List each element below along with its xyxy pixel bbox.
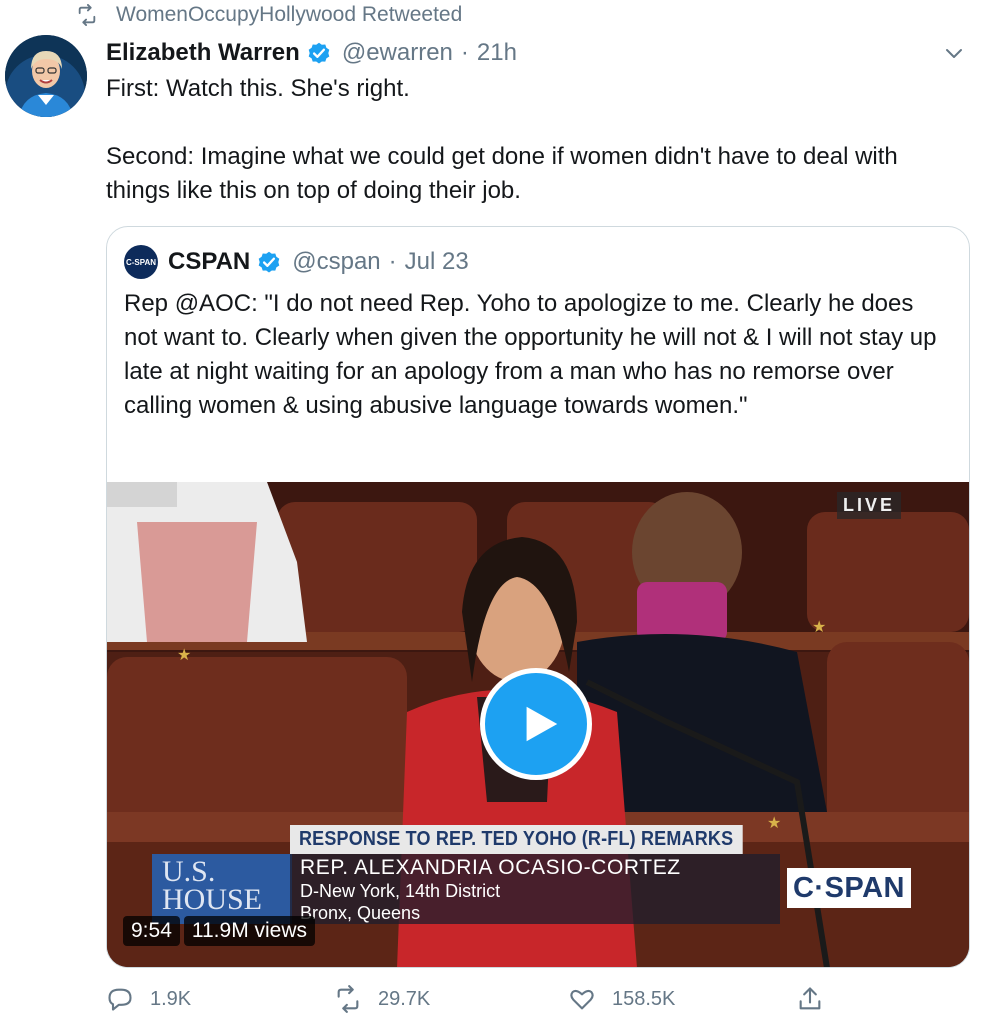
quoted-tweet[interactable]: C-SPAN CSPAN @cspan · Jul 23 Rep @AOC: "… (106, 226, 970, 968)
tweet-header: Elizabeth Warren @ewarren · 21h (106, 35, 968, 71)
play-button[interactable] (480, 668, 592, 780)
house-logo-line1: U.S. (162, 855, 216, 888)
verified-badge-icon (258, 251, 280, 273)
tweet-timestamp[interactable]: 21h (477, 39, 517, 67)
live-badge: LIVE (836, 492, 901, 519)
retweeted-by[interactable]: WomenOccupyHollywood Retweeted (76, 3, 462, 27)
tweet-text-line2: Second: Imagine what we could get done i… (106, 143, 898, 204)
chyron-title: RESPONSE TO REP. TED YOHO (R-FL) REMARKS (290, 825, 743, 854)
chyron-area: Bronx, Queens (300, 903, 421, 923)
chyron-district: D-New York, 14th District (300, 881, 501, 901)
svg-text:★: ★ (812, 619, 826, 636)
chyron-info: REP. ALEXANDRIA OCASIO-CORTEZ D-New York… (290, 854, 780, 924)
video-stats: 9:54 11.9M views (123, 916, 316, 946)
verified-badge-icon (308, 42, 330, 64)
author-handle[interactable]: @ewarren (342, 39, 453, 67)
video-duration: 9:54 (123, 916, 180, 946)
play-icon (526, 706, 558, 742)
retweet-icon (76, 4, 98, 26)
cspan-logo: C·SPAN (787, 868, 911, 908)
heart-icon (570, 989, 594, 1010)
retweet-icon (337, 985, 359, 1013)
separator-dot: · (388, 248, 397, 275)
svg-text:★: ★ (177, 647, 191, 664)
author-name[interactable]: Elizabeth Warren (106, 39, 300, 67)
reply-icon (108, 988, 132, 1011)
share-icon (799, 987, 821, 1010)
quoted-tweet-header: C-SPAN CSPAN @cspan · Jul 23 (124, 245, 469, 279)
quoted-author-handle[interactable]: @cspan (292, 248, 380, 276)
video-views: 11.9M views (183, 916, 316, 946)
svg-text:★: ★ (767, 815, 781, 832)
like-count: 158.5K (612, 987, 676, 1010)
tweet-text: First: Watch this. She's right. Second: … (106, 72, 966, 208)
video-player[interactable]: ★ ★ ★ LIVE U.S. HOUSE RESPONSE TO REP. T… (107, 482, 969, 967)
like-button[interactable]: 158.5K (568, 985, 675, 1013)
us-house-logo: U.S. HOUSE (152, 854, 292, 924)
chyron-name: REP. ALEXANDRIA OCASIO-CORTEZ (300, 856, 681, 879)
retweet-count: 29.7K (378, 987, 431, 1010)
quoted-tweet-text: Rep @AOC: "I do not need Rep. Yoho to ap… (124, 290, 937, 419)
retweeted-by-label: WomenOccupyHollywood Retweeted (116, 3, 463, 26)
tweet-text-line1: First: Watch this. She's right. (106, 75, 410, 102)
house-logo-line2: HOUSE (162, 883, 263, 916)
separator-dot: · (460, 39, 469, 66)
quoted-tweet-date[interactable]: Jul 23 (405, 248, 469, 276)
retweet-button[interactable]: 29.7K (334, 985, 430, 1013)
share-button[interactable] (796, 985, 840, 1013)
author-avatar[interactable] (5, 35, 87, 117)
tweet-actions: 1.9K 29.7K 158.5K (106, 985, 846, 1021)
reply-button[interactable]: 1.9K (106, 985, 191, 1013)
chevron-down-icon[interactable] (942, 41, 966, 65)
quoted-author-name[interactable]: CSPAN (168, 248, 250, 276)
quoted-author-avatar[interactable]: C-SPAN (124, 245, 158, 279)
reply-count: 1.9K (150, 987, 192, 1010)
